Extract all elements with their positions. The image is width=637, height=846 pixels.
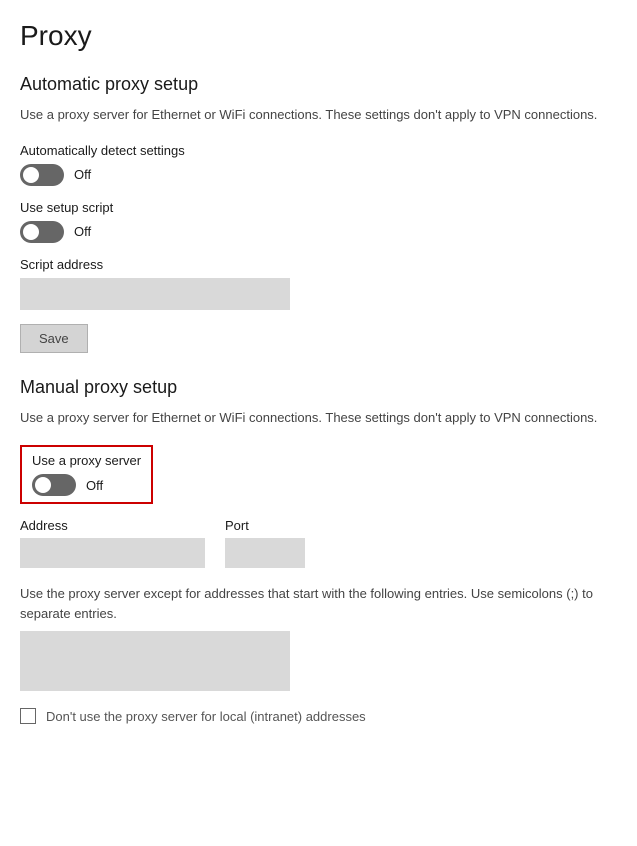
- address-field-group: Address: [20, 518, 205, 568]
- use-proxy-state: Off: [86, 478, 103, 493]
- page-title: Proxy: [20, 20, 617, 52]
- setup-script-state: Off: [74, 224, 91, 239]
- setup-script-label: Use setup script: [20, 200, 617, 215]
- manual-description: Use a proxy server for Ethernet or WiFi …: [20, 408, 617, 428]
- auto-detect-label: Automatically detect settings: [20, 143, 617, 158]
- use-proxy-label: Use a proxy server: [32, 453, 141, 468]
- manual-section: Manual proxy setup Use a proxy server fo…: [20, 377, 617, 725]
- auto-detect-toggle-row: Off: [20, 164, 617, 186]
- automatic-description: Use a proxy server for Ethernet or WiFi …: [20, 105, 617, 125]
- use-proxy-toggle[interactable]: [32, 474, 76, 496]
- port-label: Port: [225, 518, 305, 533]
- save-button[interactable]: Save: [20, 324, 88, 353]
- auto-detect-toggle[interactable]: [20, 164, 64, 186]
- use-proxy-toggle-row: Off: [32, 474, 141, 496]
- setup-script-toggle-row: Off: [20, 221, 617, 243]
- exceptions-description: Use the proxy server except for addresse…: [20, 584, 617, 623]
- local-checkbox[interactable]: [20, 708, 36, 724]
- script-address-label: Script address: [20, 257, 617, 272]
- port-field-group: Port: [225, 518, 305, 568]
- script-address-input[interactable]: [20, 278, 290, 310]
- automatic-section-title: Automatic proxy setup: [20, 74, 617, 95]
- automatic-section: Automatic proxy setup Use a proxy server…: [20, 74, 617, 377]
- address-input[interactable]: [20, 538, 205, 568]
- local-checkbox-row: Don't use the proxy server for local (in…: [20, 708, 617, 724]
- address-port-row: Address Port: [20, 518, 617, 568]
- auto-detect-state: Off: [74, 167, 91, 182]
- use-proxy-highlighted-box: Use a proxy server Off: [20, 445, 153, 504]
- port-input[interactable]: [225, 538, 305, 568]
- address-label: Address: [20, 518, 205, 533]
- exceptions-textarea[interactable]: [20, 631, 290, 691]
- manual-section-title: Manual proxy setup: [20, 377, 617, 398]
- local-checkbox-label: Don't use the proxy server for local (in…: [46, 709, 366, 724]
- setup-script-toggle[interactable]: [20, 221, 64, 243]
